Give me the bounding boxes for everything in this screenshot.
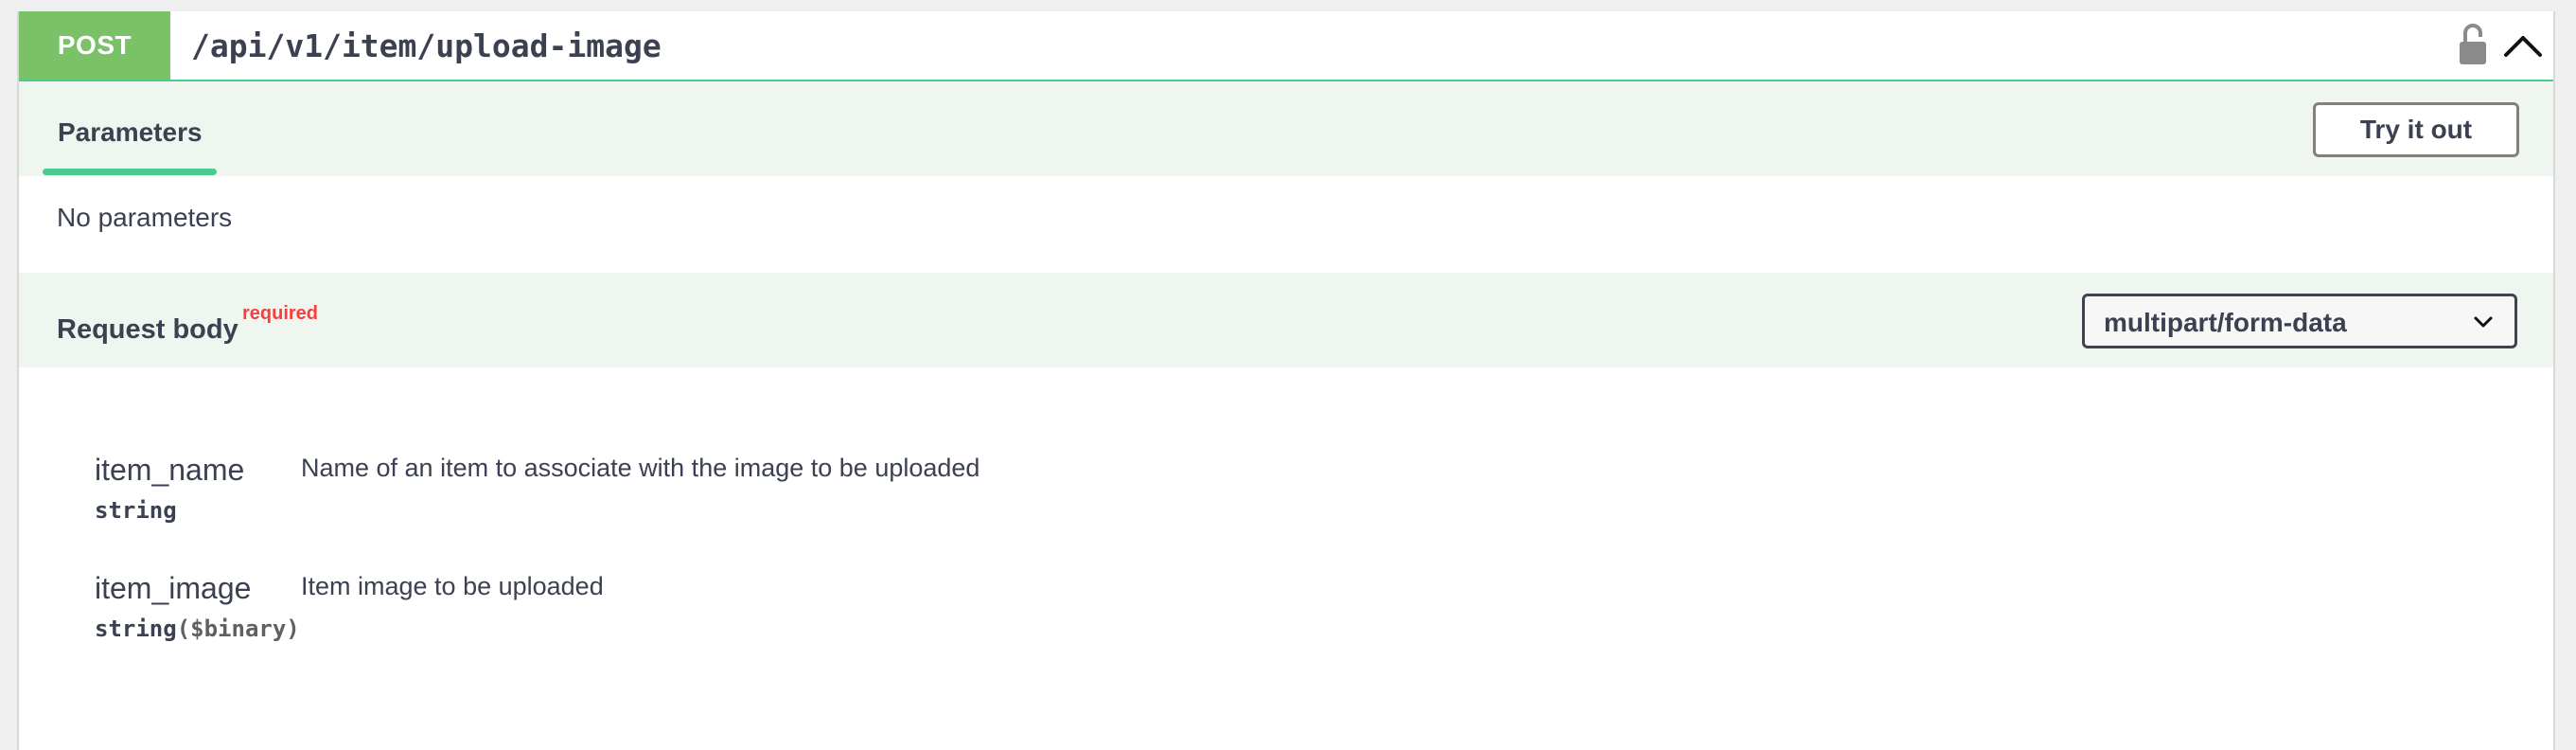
request-body-header: Request body required multipart/form-dat…: [19, 273, 2553, 367]
content-type-value: multipart/form-data: [2104, 308, 2347, 337]
http-method-badge: POST: [19, 11, 170, 80]
required-badge: required: [242, 303, 319, 324]
chevron-down-icon: [2474, 316, 2493, 328]
property-name: item_name: [95, 453, 245, 487]
tab-parameters[interactable]: Parameters: [43, 81, 217, 176]
property-type: string($binary): [95, 616, 300, 642]
property-type: string: [95, 497, 177, 524]
request-body-title: Request body: [57, 314, 238, 345]
property-name: item_image: [95, 571, 252, 605]
property-description: Item image to be uploaded: [301, 572, 604, 600]
tab-active-indicator: [43, 169, 217, 175]
operation-summary[interactable]: POST /api/v1/item/upload-image: [19, 11, 2553, 81]
parameters-header: Parameters Try it out: [19, 81, 2553, 176]
chevron-up-icon[interactable]: [2502, 27, 2544, 64]
schema-property-item-image: item_image string($binary): [95, 571, 300, 642]
try-it-out-button[interactable]: Try it out: [2313, 102, 2519, 157]
property-description: Name of an item to associate with the im…: [301, 454, 980, 482]
no-parameters-text: No parameters: [57, 203, 233, 232]
schema-property-item-name: item_name string: [95, 453, 244, 524]
operation-block: POST /api/v1/item/upload-image Parameter…: [17, 11, 2555, 750]
content-type-select[interactable]: multipart/form-data: [2082, 294, 2517, 348]
tab-parameters-label: Parameters: [58, 117, 203, 147]
unlocked-padlock-icon[interactable]: [2457, 21, 2489, 68]
endpoint-path: /api/v1/item/upload-image: [191, 27, 662, 64]
